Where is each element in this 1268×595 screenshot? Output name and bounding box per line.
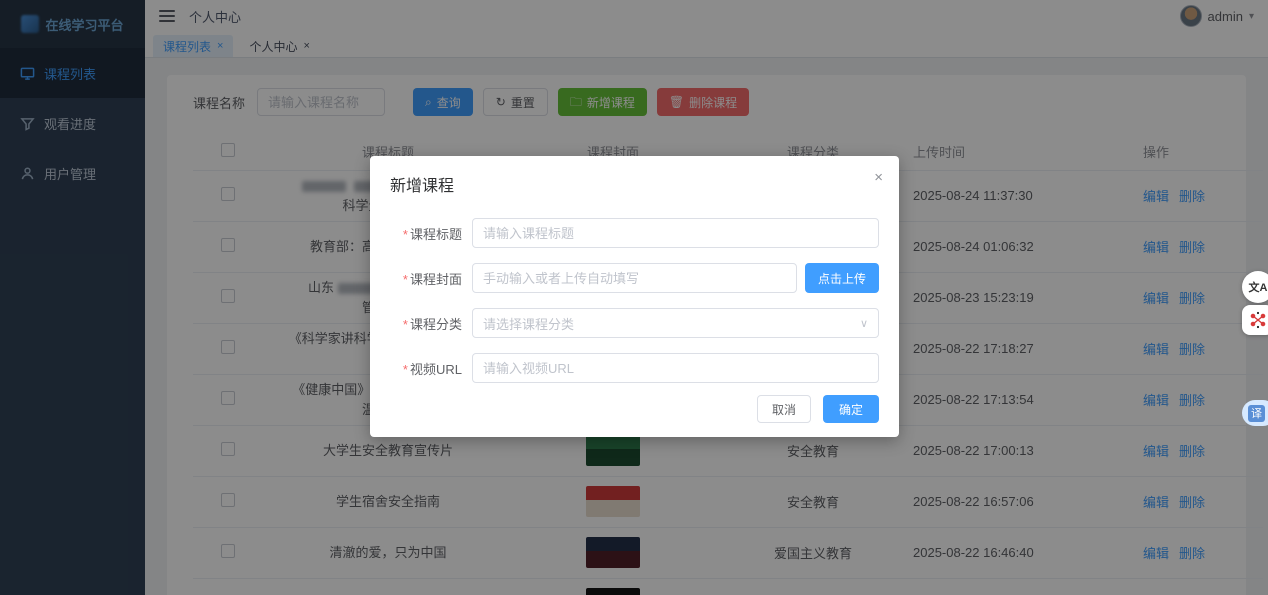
video-url-input[interactable] [483,360,868,376]
field-course-category: * 课程分类 请选择课程分类 ∨ [390,308,879,338]
upload-button[interactable]: 点击上传 [804,263,879,293]
field-video-url: * 视频URL [390,353,879,383]
close-icon[interactable]: × [874,170,883,185]
add-course-modal: 新增课程 × *课程标题 *课程封面 点击上传 *课程分类 请选择课程分类 ∨ … [370,156,899,437]
course-title-input[interactable] [483,225,868,241]
chevron-down-icon: ∨ [859,317,868,330]
network-extension-icon[interactable] [1242,305,1268,335]
confirm-button[interactable]: 确定 [822,395,879,423]
red-network-icon [1250,311,1266,329]
course-cover-input[interactable] [483,270,786,286]
field-course-cover: *课程封面 点击上传 [390,263,879,293]
add-course-form: *课程标题 *课程封面 点击上传 *课程分类 请选择课程分类 ∨ *视频URL [390,218,879,383]
modal-title: 新增课程 [390,178,455,195]
translate-badge[interactable]: 译 [1242,400,1268,426]
modal-footer: 取消 确定 [756,395,879,423]
field-course-title: * 课程标题 [390,218,879,248]
translate-extension-icon[interactable]: 文A [1242,271,1268,303]
cancel-button[interactable]: 取消 [756,395,811,423]
course-category-select[interactable]: 请选择课程分类 ∨ [472,308,879,338]
app-root: 在线学习平台 课程列表 观看进度 用户管理 个人中心 admin ▾ 课程列表 … [0,0,1268,595]
